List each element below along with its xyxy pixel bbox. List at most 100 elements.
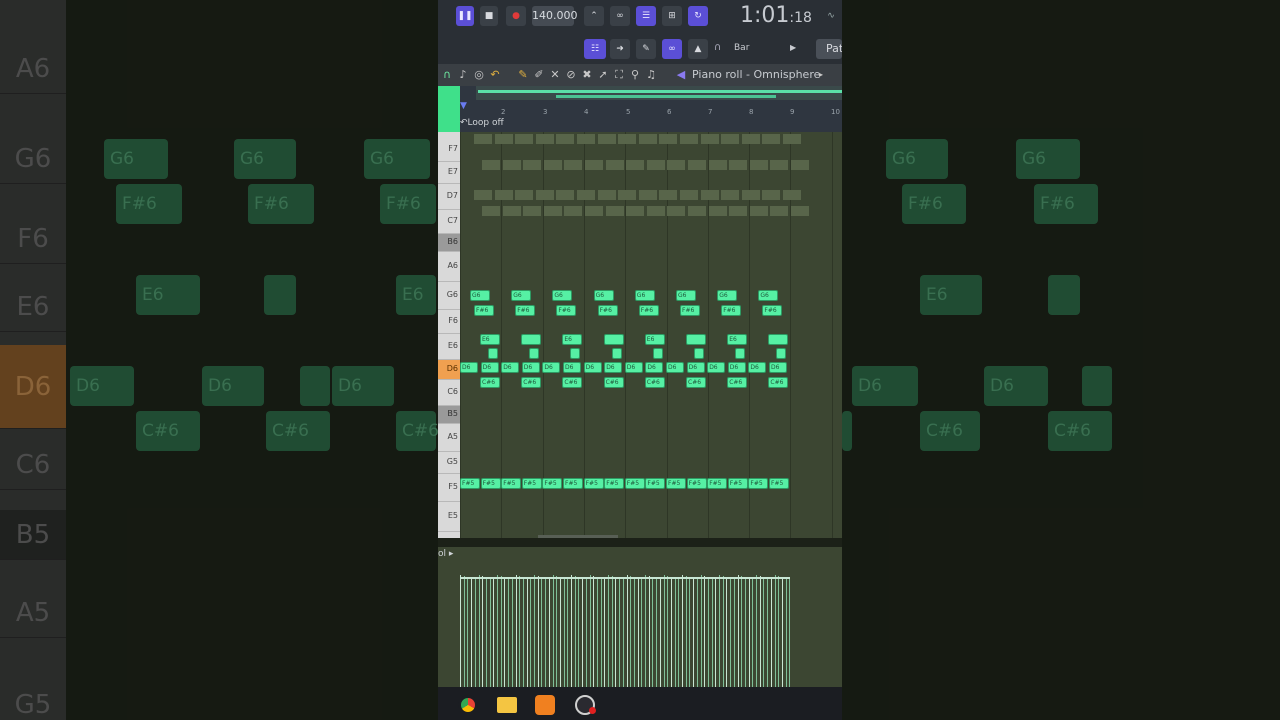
velocity-bar[interactable] bbox=[741, 576, 743, 687]
note[interactable] bbox=[488, 348, 498, 359]
velocity-bar[interactable] bbox=[608, 575, 609, 687]
note[interactable] bbox=[611, 348, 622, 359]
piano-roll-button[interactable]: ☷ bbox=[584, 39, 606, 59]
undo-icon[interactable]: ↶ bbox=[488, 68, 502, 82]
velocity-bar[interactable] bbox=[693, 578, 695, 687]
velocity-bar[interactable] bbox=[493, 579, 495, 687]
note[interactable]: F#6 bbox=[474, 305, 494, 316]
velocity-bar[interactable] bbox=[682, 575, 683, 687]
velocity-bar[interactable] bbox=[552, 575, 554, 687]
magnet-snap-icon[interactable]: ∩ bbox=[440, 68, 454, 82]
velocity-bar[interactable] bbox=[726, 577, 728, 687]
velocity-bar[interactable] bbox=[648, 576, 650, 687]
note[interactable]: F#5 bbox=[480, 478, 501, 489]
velocity-bar[interactable] bbox=[600, 578, 602, 687]
note[interactable]: F#5 bbox=[521, 478, 542, 489]
velocity-bar[interactable] bbox=[522, 577, 524, 687]
velocity-bar[interactable] bbox=[763, 577, 765, 687]
velocity-bar[interactable] bbox=[563, 578, 565, 687]
note[interactable]: C#6 bbox=[768, 377, 789, 388]
note[interactable]: G6 bbox=[470, 290, 490, 301]
velocity-bar[interactable] bbox=[545, 578, 547, 687]
note[interactable]: F#5 bbox=[727, 478, 748, 489]
velocity-bar[interactable] bbox=[707, 577, 709, 687]
note[interactable]: F#6 bbox=[638, 305, 659, 316]
velocity-bar[interactable] bbox=[515, 575, 517, 687]
velocity-bar[interactable] bbox=[589, 575, 591, 687]
piano-key[interactable]: G6 bbox=[438, 282, 460, 310]
note[interactable]: F#5 bbox=[624, 478, 645, 489]
velocity-bar[interactable] bbox=[767, 578, 769, 687]
velocity-bar[interactable] bbox=[759, 576, 761, 687]
note[interactable] bbox=[652, 348, 663, 359]
note[interactable]: D6 bbox=[521, 362, 540, 373]
velocity-bar[interactable] bbox=[744, 577, 746, 687]
velocity-bar[interactable] bbox=[730, 578, 732, 687]
piano-key-active[interactable]: D6 bbox=[438, 360, 460, 380]
piano-key[interactable]: A5 bbox=[438, 424, 460, 452]
velocity-bar[interactable] bbox=[485, 577, 487, 687]
target-icon[interactable]: ◎ bbox=[472, 68, 486, 82]
stamp-icon[interactable]: ▲ bbox=[688, 39, 708, 59]
note[interactable]: F#6 bbox=[680, 305, 700, 316]
velocity-bar[interactable] bbox=[504, 577, 506, 687]
pause-button[interactable]: ❚❚ bbox=[456, 6, 474, 26]
song-mode-icon[interactable]: ↻ bbox=[688, 6, 708, 26]
piano-key[interactable]: B5 bbox=[438, 406, 460, 424]
velocity-bar[interactable] bbox=[619, 578, 621, 687]
tempo-display[interactable]: 140.000 bbox=[532, 6, 578, 26]
note[interactable]: G6 bbox=[717, 290, 738, 301]
link-icon[interactable]: ∞ bbox=[662, 39, 682, 59]
velocity-bar[interactable] bbox=[656, 578, 658, 687]
velocity-bar[interactable] bbox=[471, 578, 473, 687]
snap-selector[interactable]: Bar bbox=[734, 43, 749, 53]
zoom-tool-icon[interactable]: ⚲ bbox=[628, 68, 642, 82]
note[interactable] bbox=[694, 348, 704, 359]
note[interactable]: E6 bbox=[727, 334, 748, 345]
piano-key[interactable]: E7 bbox=[438, 162, 460, 184]
slice-tool-icon[interactable]: ✖ bbox=[580, 68, 594, 82]
pencil-icon[interactable]: ✎ bbox=[636, 39, 656, 59]
note[interactable]: F#5 bbox=[460, 478, 480, 489]
note[interactable]: F#5 bbox=[707, 478, 728, 489]
note[interactable]: D6 bbox=[563, 362, 581, 373]
velocity-bar[interactable] bbox=[722, 576, 724, 687]
velocity-bar[interactable] bbox=[467, 577, 469, 687]
velocity-bar[interactable] bbox=[659, 579, 661, 687]
piano-key[interactable]: G5 bbox=[438, 452, 460, 474]
note-grid[interactable]: G6 F#6 E6 C#6 G6 F#6 C#6 G6 F#6 E6 C#6 G6 F#6 C#6 G6 F#… bbox=[460, 132, 842, 538]
velocity-bar[interactable] bbox=[497, 575, 498, 687]
velocity-bar[interactable] bbox=[626, 575, 628, 687]
note[interactable]: G6 bbox=[511, 290, 532, 301]
velocity-bar[interactable] bbox=[715, 579, 717, 687]
velocity-bar[interactable] bbox=[615, 577, 617, 687]
velocity-bar[interactable] bbox=[748, 578, 750, 687]
title-arrow-icon[interactable]: ▸ bbox=[814, 68, 828, 82]
note[interactable]: D6 bbox=[501, 362, 520, 373]
select-tool-icon[interactable]: ➚ bbox=[596, 68, 610, 82]
velocity-bar[interactable] bbox=[511, 579, 513, 687]
note[interactable] bbox=[776, 348, 787, 359]
note[interactable] bbox=[570, 348, 581, 359]
note[interactable]: F#6 bbox=[762, 305, 783, 316]
velocity-bar[interactable] bbox=[593, 576, 595, 687]
piano-key[interactable]: F6 bbox=[438, 310, 460, 334]
note[interactable]: C#6 bbox=[686, 377, 706, 388]
velocity-bar[interactable] bbox=[578, 577, 580, 687]
note[interactable]: F#5 bbox=[604, 478, 625, 489]
velocity-bar[interactable] bbox=[670, 577, 672, 687]
velocity-bar[interactable] bbox=[478, 575, 480, 687]
note[interactable]: D6 bbox=[727, 362, 746, 373]
velocity-bar[interactable] bbox=[641, 579, 643, 687]
note[interactable]: C#6 bbox=[521, 377, 542, 388]
stop-button[interactable]: ■ bbox=[480, 6, 498, 26]
velocity-bar[interactable] bbox=[474, 579, 476, 687]
velocity-bar[interactable] bbox=[596, 577, 598, 687]
velocity-bar[interactable] bbox=[719, 575, 720, 687]
note[interactable]: D6 bbox=[666, 362, 684, 373]
velocity-bar[interactable] bbox=[519, 576, 521, 687]
note[interactable]: G6 bbox=[634, 290, 655, 301]
file-explorer-icon[interactable] bbox=[497, 697, 517, 713]
velocity-bar[interactable] bbox=[622, 579, 624, 687]
velocity-bar[interactable] bbox=[752, 579, 754, 687]
